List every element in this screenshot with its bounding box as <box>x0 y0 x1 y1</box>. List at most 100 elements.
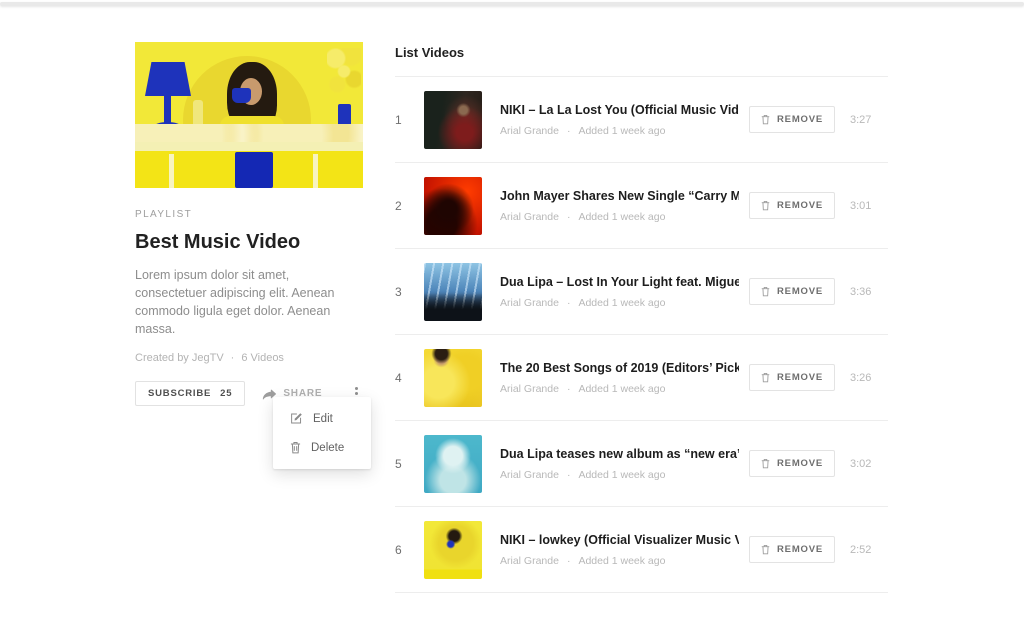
trash-icon <box>761 286 770 297</box>
cover-table-shape <box>169 154 174 188</box>
video-thumbnail[interactable] <box>424 435 482 493</box>
playlist-label: PLAYLIST <box>135 209 363 220</box>
video-info: Dua Lipa – Lost In Your Light feat. Migu… <box>500 275 749 309</box>
remove-button[interactable]: REMOVE <box>749 278 835 305</box>
video-thumbnail[interactable] <box>424 521 482 579</box>
video-duration: 3:27 <box>850 114 888 126</box>
video-count-text: 6 Videos <box>241 352 284 364</box>
menu-item-label: Edit <box>313 413 333 425</box>
playlist-options-menu: Edit Delete <box>273 397 371 469</box>
playlist-actions: SUBSCRIBE 25 SHARE Edit <box>135 381 363 406</box>
video-thumbnail[interactable] <box>424 263 482 321</box>
subscribe-label: SUBSCRIBE <box>148 388 211 399</box>
cover-cup-shape <box>232 88 251 103</box>
video-added: Added 1 week ago <box>578 211 665 223</box>
video-author: Arial Grande <box>500 125 559 137</box>
video-info: NIKI – La La Lost You (Official Music Vi… <box>500 103 749 137</box>
dot-separator: · <box>567 125 571 137</box>
cover-table-shape <box>135 142 363 151</box>
video-thumbnail[interactable] <box>424 177 482 235</box>
playlist-description: Lorem ipsum dolor sit amet, consectetuer… <box>135 266 363 338</box>
video-meta: Arial Grande·Added 1 week ago <box>500 383 739 395</box>
video-info: The 20 Best Songs of 2019 (Editors’ Pick… <box>500 361 749 395</box>
kebab-menu-icon <box>355 387 358 390</box>
video-author: Arial Grande <box>500 297 559 309</box>
video-row: 6 NIKI – lowkey (Official Visualizer Mus… <box>395 507 888 593</box>
video-added: Added 1 week ago <box>578 469 665 481</box>
video-duration: 3:01 <box>850 200 888 212</box>
dot-separator: · <box>567 469 571 481</box>
video-index: 5 <box>395 457 424 471</box>
cover-lamp-shape <box>164 96 171 124</box>
trash-icon <box>761 372 770 383</box>
subscribe-button[interactable]: SUBSCRIBE 25 <box>135 381 245 406</box>
video-duration: 3:36 <box>850 286 888 298</box>
cover-person-shape <box>235 152 273 188</box>
video-author: Arial Grande <box>500 469 559 481</box>
video-added: Added 1 week ago <box>578 125 665 137</box>
dot-separator: · <box>231 352 235 364</box>
video-row: 1 NIKI – La La Lost You (Official Music … <box>395 77 888 163</box>
video-row: 5 Dua Lipa teases new album as “new era”… <box>395 421 888 507</box>
video-index: 3 <box>395 285 424 299</box>
remove-label: REMOVE <box>777 200 823 211</box>
video-duration: 2:52 <box>850 544 888 556</box>
video-row: 3 Dua Lipa – Lost In Your Light feat. Mi… <box>395 249 888 335</box>
video-info: Dua Lipa teases new album as “new era” b… <box>500 447 749 481</box>
top-divider <box>0 2 1024 6</box>
trash-icon <box>761 458 770 469</box>
cover-flowers-shape <box>327 48 361 100</box>
menu-item-edit[interactable]: Edit <box>273 404 371 433</box>
video-title[interactable]: NIKI – lowkey (Official Visualizer Music… <box>500 533 739 547</box>
list-header: List Videos <box>395 40 888 76</box>
menu-item-label: Delete <box>311 442 344 454</box>
video-author: Arial Grande <box>500 555 559 567</box>
edit-icon <box>290 412 303 425</box>
playlist-title: Best Music Video <box>135 231 363 254</box>
trash-icon <box>290 441 301 454</box>
video-thumbnail[interactable] <box>424 91 482 149</box>
cover-lamp-shape <box>145 62 191 96</box>
video-list: 1 NIKI – La La Lost You (Official Music … <box>395 76 888 593</box>
video-meta: Arial Grande · Added 1 week ago <box>500 211 739 223</box>
created-by-text: Created by JegTV <box>135 352 224 364</box>
dot-separator: · <box>567 297 571 309</box>
remove-label: REMOVE <box>777 286 823 297</box>
video-row: 4 The 20 Best Songs of 2019 (Editors’ Pi… <box>395 335 888 421</box>
trash-icon <box>761 544 770 555</box>
video-meta: Arial Grande·Added 1 week ago <box>500 297 739 309</box>
video-duration: 3:02 <box>850 458 888 470</box>
video-duration: 3:26 <box>850 372 888 384</box>
playlist-panel: PLAYLIST Best Music Video Lorem ipsum do… <box>135 42 363 406</box>
remove-button[interactable]: REMOVE <box>749 450 835 477</box>
video-index: 2 <box>395 199 424 213</box>
menu-item-delete[interactable]: Delete <box>273 433 371 462</box>
video-added: Added 1 week ago <box>578 383 665 395</box>
playlist-cover-image[interactable] <box>135 42 363 188</box>
remove-button[interactable]: REMOVE <box>749 192 835 219</box>
video-index: 6 <box>395 543 424 557</box>
kebab-menu-icon <box>355 392 358 395</box>
video-author: Arial Grande <box>500 211 559 223</box>
subscribe-count: 25 <box>220 388 232 399</box>
video-info: John Mayer Shares New Single “Carry Me A… <box>500 189 749 223</box>
video-title[interactable]: Dua Lipa – Lost In Your Light feat. Migu… <box>500 275 739 289</box>
remove-label: REMOVE <box>777 372 823 383</box>
cover-table-shape <box>313 154 318 188</box>
remove-label: REMOVE <box>777 544 823 555</box>
video-title[interactable]: The 20 Best Songs of 2019 (Editors’ Pick… <box>500 361 739 375</box>
video-meta: Arial Grande · Added 1 week ago <box>500 125 739 137</box>
video-thumbnail[interactable] <box>424 349 482 407</box>
video-title[interactable]: John Mayer Shares New Single “Carry Me A… <box>500 189 739 203</box>
remove-button[interactable]: REMOVE <box>749 364 835 391</box>
video-info: NIKI – lowkey (Official Visualizer Music… <box>500 533 749 567</box>
dot-separator: · <box>567 383 571 395</box>
video-title[interactable]: NIKI – La La Lost You (Official Music Vi… <box>500 103 739 117</box>
remove-button[interactable]: REMOVE <box>749 536 835 563</box>
trash-icon <box>761 114 770 125</box>
video-row: 2 John Mayer Shares New Single “Carry Me… <box>395 163 888 249</box>
dot-separator: · <box>567 211 571 223</box>
video-title[interactable]: Dua Lipa teases new album as “new era” b… <box>500 447 739 461</box>
cover-lemons-shape <box>135 124 363 144</box>
remove-button[interactable]: REMOVE <box>749 106 835 133</box>
